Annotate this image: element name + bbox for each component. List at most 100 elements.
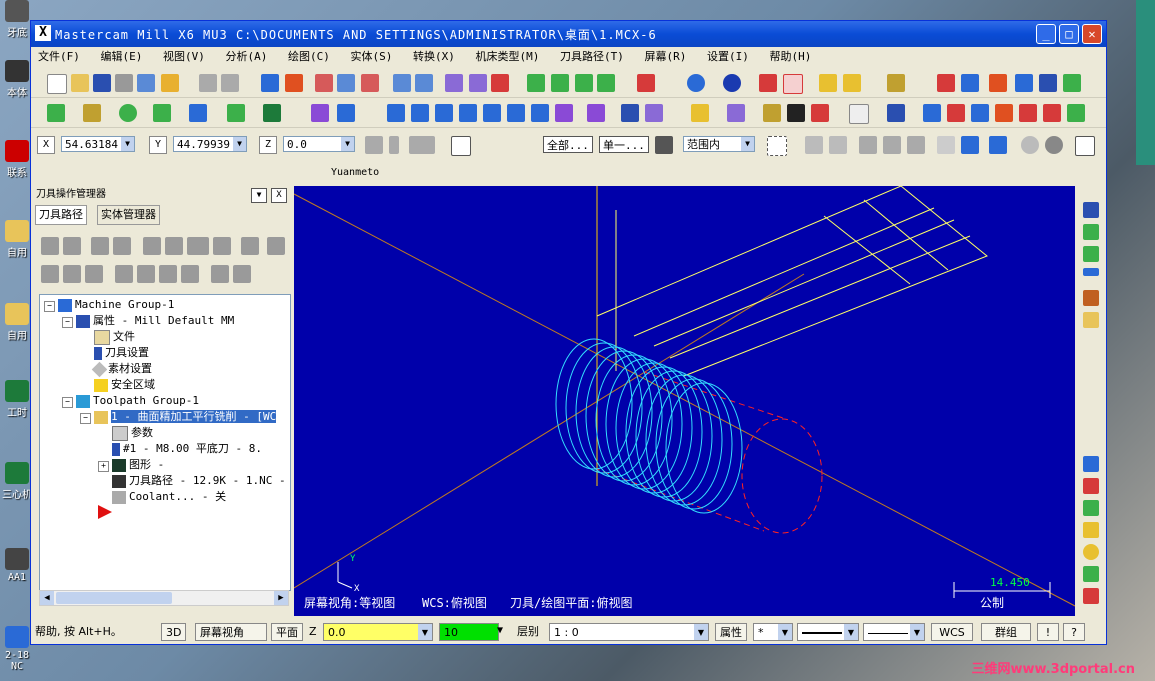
fit-icon[interactable] bbox=[285, 74, 303, 92]
camera-icon[interactable] bbox=[787, 104, 805, 122]
toggle-display-icon[interactable] bbox=[63, 265, 81, 283]
desktop-icon[interactable]: 本体 bbox=[2, 60, 32, 99]
zoom-out-small-icon[interactable] bbox=[415, 74, 433, 92]
minimize-button[interactable]: _ bbox=[1036, 24, 1056, 44]
chamfer-icon[interactable] bbox=[189, 104, 207, 122]
help-small-icon[interactable] bbox=[1075, 136, 1095, 156]
layer-red3-icon[interactable] bbox=[1043, 104, 1061, 122]
red-grid-icon[interactable] bbox=[1083, 588, 1099, 604]
spline-icon[interactable] bbox=[227, 104, 245, 122]
graphics-viewport[interactable]: Y X 14.450 公制 屏幕视角:等视图 WCS:俯视图 刀具/绘图平面:俯… bbox=[294, 186, 1075, 616]
dropdown-arrow-icon[interactable]: ▼ bbox=[778, 624, 792, 640]
print-icon[interactable] bbox=[115, 74, 133, 92]
menu-file[interactable]: 文件(F) bbox=[31, 48, 87, 66]
expand-collapse-icon[interactable]: − bbox=[44, 301, 55, 312]
x-label[interactable]: X bbox=[37, 136, 55, 154]
tree-node-parameters[interactable]: 参数 bbox=[112, 425, 153, 441]
tree-node-operation-1[interactable]: − 1 - 曲面精加工平行铣削 - [WC bbox=[80, 409, 277, 424]
equals-icon[interactable] bbox=[1083, 268, 1099, 276]
zoom-window-icon[interactable] bbox=[315, 74, 333, 92]
menu-xform[interactable]: 转换(X) bbox=[406, 48, 462, 66]
analyze-icon[interactable] bbox=[961, 74, 979, 92]
verify-icon[interactable] bbox=[961, 136, 979, 154]
disc-icon[interactable] bbox=[1045, 136, 1063, 154]
xform-stretch-icon[interactable] bbox=[531, 104, 549, 122]
app-icon[interactable]: X bbox=[35, 25, 51, 41]
dimension-small-icon[interactable] bbox=[1083, 456, 1099, 472]
y-label[interactable]: Y bbox=[149, 136, 167, 154]
open-folder-icon[interactable] bbox=[71, 74, 89, 92]
no-icon[interactable] bbox=[1021, 136, 1039, 154]
z-depth-input[interactable]: 0.0 ▼ bbox=[323, 623, 433, 641]
move-up-icon[interactable] bbox=[137, 265, 155, 283]
pencil-icon[interactable] bbox=[819, 74, 837, 92]
green-plus-icon[interactable] bbox=[1083, 500, 1099, 516]
maximize-button[interactable]: □ bbox=[1059, 24, 1079, 44]
line-width-select[interactable]: ▼ bbox=[863, 623, 925, 641]
title-bar[interactable]: X Mastercam Mill X6 MU3 C:\DOCUMENTS AND… bbox=[31, 21, 1106, 47]
break-icon[interactable] bbox=[337, 104, 355, 122]
image-icon[interactable] bbox=[1067, 104, 1085, 122]
desktop-icon[interactable]: 牙底 bbox=[2, 0, 32, 39]
tree-horizontal-scrollbar[interactable]: ◀ ▶ bbox=[39, 590, 289, 606]
xform-offset-icon[interactable] bbox=[483, 104, 501, 122]
circle-small-icon[interactable] bbox=[1083, 544, 1099, 560]
select-single-button[interactable]: 单一... bbox=[599, 136, 649, 153]
record-icon[interactable] bbox=[811, 104, 829, 122]
undo-icon[interactable] bbox=[199, 74, 217, 92]
3d-button[interactable]: 3D bbox=[161, 623, 187, 641]
verify2-icon[interactable] bbox=[989, 136, 1007, 154]
menu-solids[interactable]: 实体(S) bbox=[344, 48, 400, 66]
select-mode-icon[interactable] bbox=[655, 136, 673, 154]
sigma-icon[interactable] bbox=[1039, 74, 1057, 92]
insert-arrow-marker[interactable] bbox=[98, 505, 112, 520]
menu-create[interactable]: 绘图(C) bbox=[281, 48, 337, 66]
plane-button[interactable]: 平面 bbox=[271, 623, 303, 641]
tree-node-geometry[interactable]: + 图形 - bbox=[98, 457, 164, 472]
scroll-right-button[interactable]: ▶ bbox=[274, 591, 288, 605]
z-coordinate-input[interactable]: 0.0 ▼ bbox=[283, 136, 355, 152]
view-right-icon[interactable] bbox=[597, 74, 615, 92]
menu-toolpaths[interactable]: 刀具路径(T) bbox=[553, 48, 631, 66]
backplot-icon[interactable] bbox=[143, 237, 161, 255]
desktop-icon[interactable]: 自用 bbox=[2, 220, 32, 259]
x-coordinate-input[interactable]: 54.63184 ▼ bbox=[61, 136, 135, 152]
shade-wire-icon[interactable] bbox=[783, 74, 803, 94]
scroll-left-button[interactable]: ◀ bbox=[40, 591, 54, 605]
view-front-icon[interactable] bbox=[575, 74, 593, 92]
zoom-target-icon[interactable] bbox=[337, 74, 355, 92]
fillet-icon[interactable] bbox=[153, 104, 171, 122]
menu-help[interactable]: 帮助(H) bbox=[763, 48, 819, 66]
question-button[interactable]: ? bbox=[1063, 623, 1085, 641]
post-icon[interactable] bbox=[187, 237, 209, 255]
cube-select-icon[interactable] bbox=[937, 136, 955, 154]
tool-display-icon[interactable] bbox=[469, 74, 487, 92]
panel-close-icon[interactable]: X bbox=[271, 188, 287, 203]
exclaim-icon[interactable] bbox=[389, 136, 399, 154]
light-icon[interactable] bbox=[691, 104, 709, 122]
line-icon[interactable] bbox=[83, 104, 101, 122]
zoom-out-icon[interactable] bbox=[361, 74, 379, 92]
verify-ops-icon[interactable] bbox=[165, 237, 183, 255]
close-button[interactable]: ✕ bbox=[1082, 24, 1102, 44]
magic-icon[interactable] bbox=[887, 74, 905, 92]
print-preview-icon[interactable] bbox=[137, 74, 155, 92]
clipboard-icon[interactable] bbox=[763, 104, 781, 122]
deselect-ops-icon[interactable] bbox=[63, 237, 81, 255]
tree-node-files[interactable]: 文件 bbox=[94, 329, 135, 345]
select-all-button[interactable]: 全部... bbox=[543, 136, 593, 153]
desktop-icon[interactable]: 自用 bbox=[2, 303, 32, 342]
help-icon[interactable] bbox=[451, 136, 471, 156]
help-query-icon[interactable] bbox=[937, 74, 955, 92]
xform-rotate-icon[interactable] bbox=[435, 104, 453, 122]
tool-hatch-icon[interactable] bbox=[445, 74, 463, 92]
save-icon[interactable] bbox=[93, 74, 111, 92]
tree-node-toolpath-group[interactable]: − Toolpath Group-1 bbox=[62, 393, 199, 408]
dropdown-arrow-icon[interactable]: ▼ bbox=[844, 624, 858, 640]
wave-icon[interactable] bbox=[211, 265, 229, 283]
cross-icon[interactable] bbox=[1083, 290, 1099, 306]
color-dropdown-icon[interactable]: ▼ bbox=[497, 625, 503, 636]
shade-solid-icon[interactable] bbox=[759, 74, 777, 92]
desktop-icon[interactable]: 联系 bbox=[2, 140, 32, 179]
solid-select-icon[interactable] bbox=[829, 136, 847, 154]
